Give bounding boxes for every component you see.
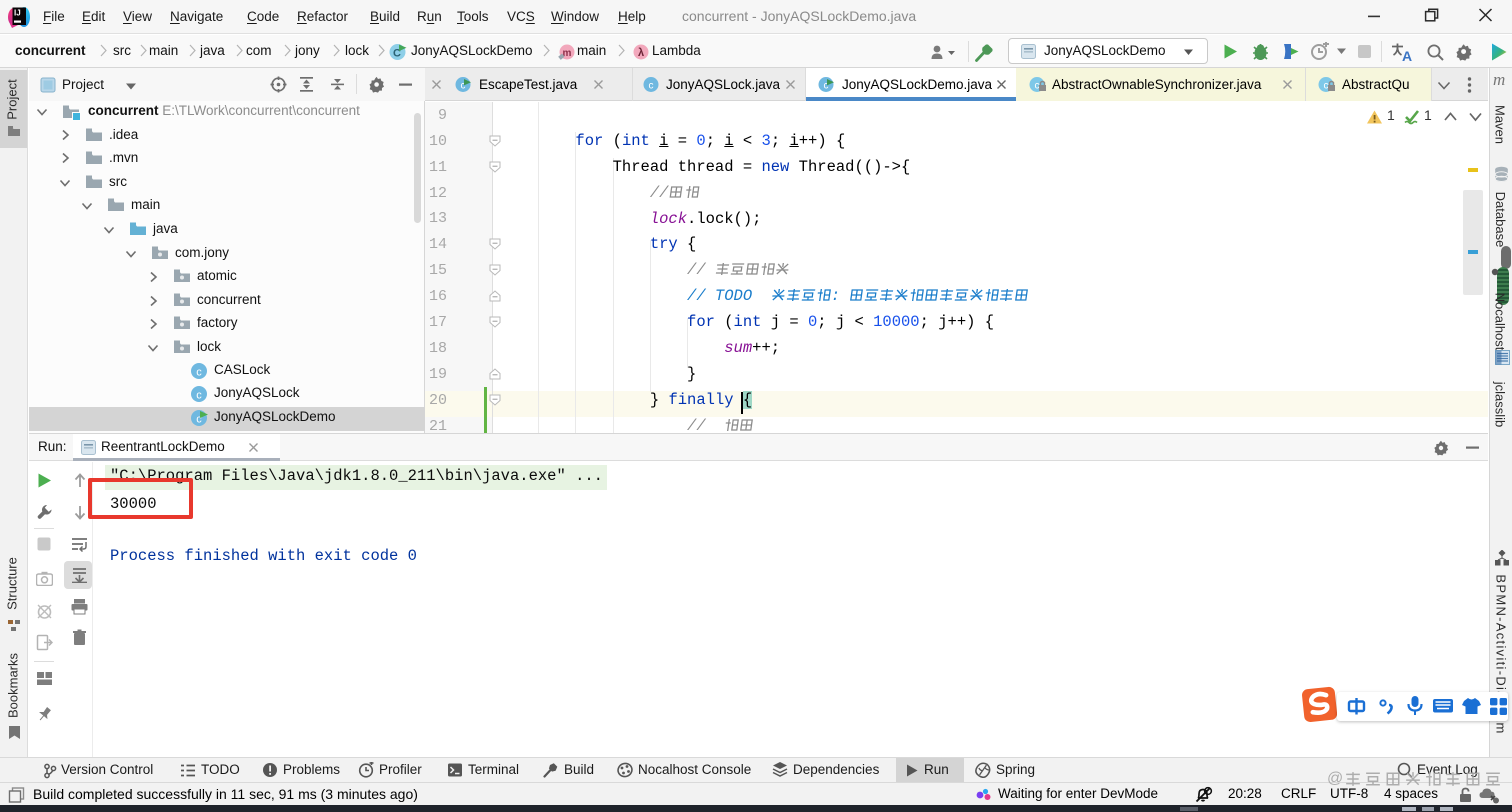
svg-text:m: m	[563, 48, 572, 59]
svg-text:c: c	[196, 390, 202, 402]
svg-text:c: c	[649, 81, 654, 92]
svg-text:c: c	[1324, 81, 1329, 92]
svg-text:c: c	[196, 367, 202, 379]
svg-text:λ: λ	[638, 47, 644, 59]
svg-text:IJ: IJ	[14, 9, 21, 18]
svg-text:A: A	[1402, 48, 1412, 62]
svg-text:c: c	[1035, 81, 1040, 92]
